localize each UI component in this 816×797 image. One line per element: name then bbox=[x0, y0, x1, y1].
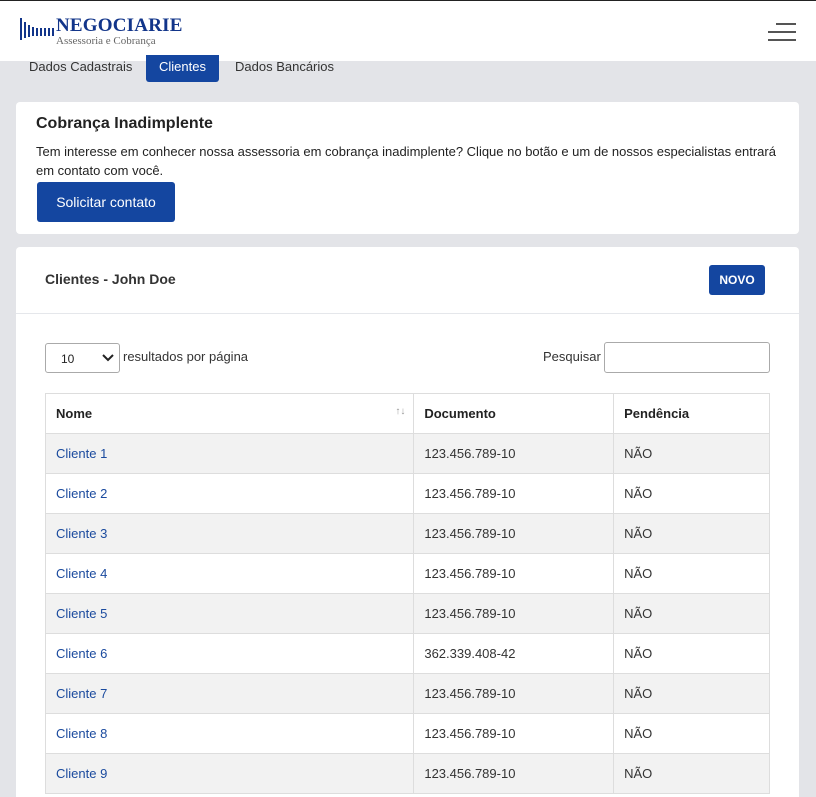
document-cell: 362.339.408-42 bbox=[413, 633, 615, 674]
client-link[interactable]: Cliente 5 bbox=[56, 606, 107, 621]
page-size-select[interactable]: 10 bbox=[45, 343, 120, 373]
client-link[interactable]: Cliente 6 bbox=[56, 646, 107, 661]
search-input[interactable] bbox=[604, 342, 770, 373]
document-cell: 123.456.789-10 bbox=[413, 513, 615, 554]
table-row: Cliente 3 123.456.789-10 NÃO bbox=[44, 513, 770, 554]
logo-tagline: Assessoria e Cobrança bbox=[56, 35, 156, 47]
document-cell: 123.456.789-10 bbox=[413, 473, 615, 514]
table-row: Cliente 9 123.456.789-10 NÃO bbox=[44, 753, 770, 794]
document-cell: 123.456.789-10 bbox=[413, 593, 615, 634]
page-size-value: 10 bbox=[61, 352, 75, 366]
hamburger-menu-icon[interactable] bbox=[766, 23, 796, 43]
promo-title: Cobrança Inadimplente bbox=[36, 115, 213, 132]
new-client-button[interactable]: NOVO bbox=[709, 265, 765, 295]
tab-dados-cadastrais[interactable]: Dados Cadastrais bbox=[16, 55, 145, 82]
pendency-cell: NÃO bbox=[613, 593, 770, 634]
table-header-row: Nome ↑↓ Documento Pendência bbox=[44, 393, 770, 434]
search-label: Pesquisar bbox=[543, 349, 601, 364]
divider bbox=[16, 313, 799, 314]
table-row: Cliente 1 123.456.789-10 NÃO bbox=[44, 433, 770, 474]
chevron-down-icon bbox=[102, 354, 114, 362]
top-header: NEGOCIARIE Assessoria e Cobrança bbox=[0, 0, 816, 61]
client-link[interactable]: Cliente 1 bbox=[56, 446, 107, 461]
tab-dados-bancarios[interactable]: Dados Bancários bbox=[222, 55, 347, 82]
table-row: Cliente 7 123.456.789-10 NÃO bbox=[44, 673, 770, 714]
logo-bars-icon bbox=[20, 18, 54, 40]
document-cell: 123.456.789-10 bbox=[413, 713, 615, 754]
document-cell: 123.456.789-10 bbox=[413, 673, 615, 714]
pendency-cell: NÃO bbox=[613, 673, 770, 714]
client-link[interactable]: Cliente 3 bbox=[56, 526, 107, 541]
sort-icon[interactable]: ↑↓ bbox=[395, 406, 405, 417]
clients-card: Clientes - John Doe NOVO 10 resultados p… bbox=[16, 247, 799, 797]
pendency-cell: NÃO bbox=[613, 753, 770, 794]
column-header-documento[interactable]: Documento bbox=[413, 393, 615, 434]
table-row: Cliente 4 123.456.789-10 NÃO bbox=[44, 553, 770, 594]
column-header-nome[interactable]: Nome ↑↓ bbox=[44, 393, 415, 434]
pendency-cell: NÃO bbox=[613, 553, 770, 594]
negociarie-logo[interactable]: NEGOCIARIE Assessoria e Cobrança bbox=[20, 14, 183, 50]
pendency-cell: NÃO bbox=[613, 473, 770, 514]
tab-clientes[interactable]: Clientes bbox=[146, 55, 219, 82]
table-row: Cliente 8 123.456.789-10 NÃO bbox=[44, 713, 770, 754]
promo-description: Tem interesse em conhecer nossa assessor… bbox=[36, 144, 776, 178]
table-row: Cliente 2 123.456.789-10 NÃO bbox=[44, 473, 770, 514]
pendency-cell: NÃO bbox=[613, 713, 770, 754]
clients-title: Clientes - John Doe bbox=[45, 271, 176, 287]
client-link[interactable]: Cliente 4 bbox=[56, 566, 107, 581]
client-link[interactable]: Cliente 9 bbox=[56, 766, 107, 781]
client-link[interactable]: Cliente 8 bbox=[56, 726, 107, 741]
column-header-pendencia[interactable]: Pendência bbox=[613, 393, 770, 434]
document-cell: 123.456.789-10 bbox=[413, 433, 615, 474]
clients-table: Nome ↑↓ Documento Pendência Cliente 1 12… bbox=[44, 393, 770, 794]
client-link[interactable]: Cliente 2 bbox=[56, 486, 107, 501]
pendency-cell: NÃO bbox=[613, 513, 770, 554]
promo-card: Cobrança Inadimplente Tem interesse em c… bbox=[16, 102, 799, 234]
table-row: Cliente 6 362.339.408-42 NÃO bbox=[44, 633, 770, 674]
document-cell: 123.456.789-10 bbox=[413, 553, 615, 594]
pendency-cell: NÃO bbox=[613, 433, 770, 474]
table-row: Cliente 5 123.456.789-10 NÃO bbox=[44, 593, 770, 634]
client-link[interactable]: Cliente 7 bbox=[56, 686, 107, 701]
page-size-label: resultados por página bbox=[123, 349, 249, 364]
logo-name: NEGOCIARIE bbox=[56, 15, 183, 36]
pendency-cell: NÃO bbox=[613, 633, 770, 674]
document-cell: 123.456.789-10 bbox=[413, 753, 615, 794]
request-contact-button[interactable]: Solicitar contato bbox=[37, 182, 175, 222]
